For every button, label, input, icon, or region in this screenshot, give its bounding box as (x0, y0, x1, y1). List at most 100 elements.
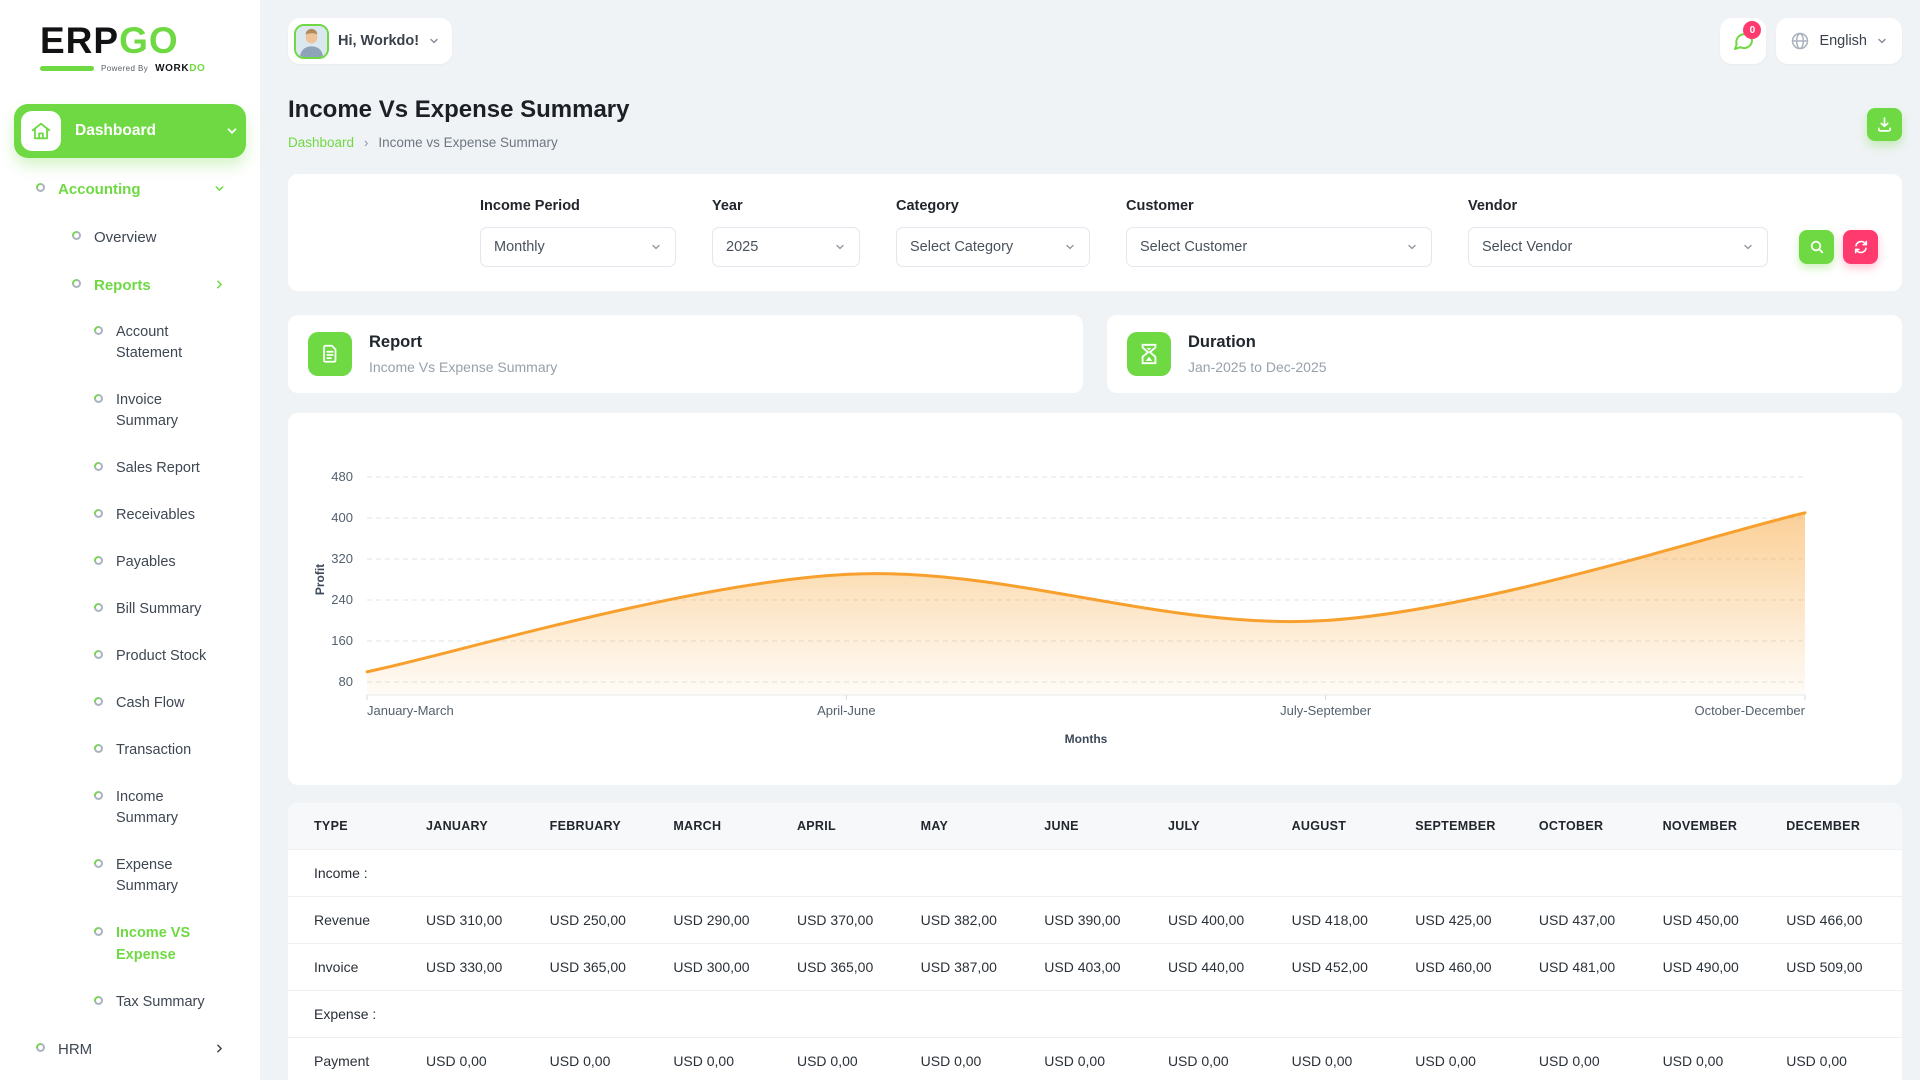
sidebar-item-bill-summary[interactable]: Bill Summary (0, 586, 260, 633)
sidebar-item-payables[interactable]: Payables (0, 539, 260, 586)
column-header: OCTOBER (1530, 803, 1655, 850)
export-download-button[interactable] (1867, 108, 1902, 141)
column-header: AUGUST (1283, 803, 1408, 850)
selected-value: Select Customer (1140, 239, 1248, 255)
sidebar-item-accounting[interactable]: Accounting (0, 166, 260, 214)
summary-cards: Report Income Vs Expense Summary Duratio… (288, 315, 1902, 393)
sidebar-item-product-stock[interactable]: Product Stock (0, 633, 260, 680)
filter-field-income-period: Income Period Monthly (480, 198, 676, 267)
sidebar-item-account-statement[interactable]: Account Statement (0, 309, 260, 377)
table-cell: USD 460,00 (1407, 943, 1531, 991)
sidebar-item-income-summary[interactable]: Income Summary (0, 774, 260, 842)
sidebar-item-expense-summary[interactable]: Expense Summary (0, 842, 260, 910)
table-row: Payment USD 0,00 USD 0,00 USD 0,00 USD 0,00 U… (288, 1037, 1902, 1080)
sidebar-item-label: Accounting (58, 181, 141, 198)
sidebar-item-invoice-summary[interactable]: Invoice Summary (0, 377, 260, 445)
bullet-icon (94, 603, 103, 613)
select-year[interactable]: 2025 (712, 227, 860, 267)
selected-value: 2025 (726, 239, 759, 255)
column-header: JANUARY (418, 803, 542, 850)
column-header: APRIL (788, 803, 913, 850)
report-card: Report Income Vs Expense Summary (288, 315, 1083, 393)
chevron-right-icon (217, 279, 222, 289)
table-cell: USD 437,00 (1530, 896, 1655, 944)
sidebar-item-income-vs-expense[interactable]: Income VS Expense (0, 910, 260, 978)
table-cell: USD 452,00 (1283, 943, 1408, 991)
select-customer[interactable]: Select Customer (1126, 227, 1432, 267)
search-icon (1810, 240, 1823, 254)
topbar-actions: 0 English (1720, 18, 1902, 64)
filter-label: Category (896, 198, 959, 214)
breadcrumb-dashboard-link[interactable]: Dashboard (288, 135, 354, 150)
download-icon (1877, 117, 1892, 132)
column-header: JULY (1159, 803, 1284, 850)
sidebar-item-label: Receivables (116, 507, 195, 524)
logo-tagline: Powered By WORKDO (40, 63, 260, 74)
svg-text:240: 240 (331, 592, 353, 607)
table-cell: USD 0,00 (1530, 1037, 1655, 1080)
apply-filters-button[interactable] (1799, 230, 1834, 264)
sidebar-item-label: HRM (58, 1040, 93, 1058)
page-header: Income Vs Expense Summary Dashboard › In… (260, 70, 1920, 150)
reset-filters-button[interactable] (1843, 230, 1878, 264)
breadcrumb-separator-icon: › (364, 135, 369, 150)
svg-text:480: 480 (331, 469, 353, 484)
svg-text:October-December: October-December (1694, 703, 1805, 718)
messages-button[interactable]: 0 (1720, 18, 1767, 64)
filter-label: Year (712, 198, 743, 214)
table-row: Invoice USD 330,00 USD 365,00 USD 300,00 USD… (288, 943, 1902, 991)
sidebar-item-crm[interactable]: CRM (0, 1073, 260, 1080)
user-menu-button[interactable]: Hi, Workdo! (288, 18, 453, 64)
filter-fields: Income Period Monthly Year 2025 Category… (480, 198, 1768, 267)
sidebar-item-hrm[interactable]: HRM (0, 1026, 260, 1074)
messages-count-badge: 0 (1743, 21, 1762, 39)
selected-value: Select Vendor (1482, 239, 1573, 255)
select-category[interactable]: Select Category (896, 227, 1090, 267)
chevron-down-icon (652, 244, 660, 250)
sidebar-item-transaction[interactable]: Transaction (0, 727, 260, 774)
bullet-icon (94, 556, 103, 566)
sidebar-item-cash-flow[interactable]: Cash Flow (0, 680, 260, 727)
profit-chart-card: 480 400 320 240 160 80 January-March Apr… (288, 413, 1902, 785)
sidebar-item-label: Tax Summary (116, 993, 205, 1010)
chevron-down-icon (836, 244, 844, 250)
svg-text:July-September: July-September (1280, 703, 1372, 718)
page-title: Income Vs Expense Summary (288, 96, 630, 123)
sidebar-item-tax-summary[interactable]: Tax Summary (0, 979, 260, 1026)
sidebar-item-label: Account Statement (116, 324, 183, 362)
sidebar-item-label: Income Summary (116, 789, 179, 827)
sidebar-item-overview[interactable]: Overview (0, 214, 260, 262)
select-income-period[interactable]: Monthly (480, 227, 676, 267)
table-cell: USD 330,00 (418, 943, 542, 991)
sidebar-item-dashboard[interactable]: Dashboard (14, 104, 246, 158)
user-avatar (294, 23, 329, 59)
app-root: ERPGO Powered By WORKDO Dashboard Accoun… (0, 0, 1920, 1080)
column-header: MARCH (665, 803, 789, 850)
sidebar-item-reports[interactable]: Reports (0, 262, 260, 310)
chevron-down-icon (215, 186, 224, 191)
filter-panel: Income Period Monthly Year 2025 Category… (288, 174, 1902, 291)
logo-erp-text: ERP (40, 20, 120, 61)
table-row: Revenue USD 310,00 USD 250,00 USD 290,00 USD… (288, 896, 1902, 944)
svg-text:400: 400 (331, 510, 353, 525)
profit-area-chart: 480 400 320 240 160 80 January-March Apr… (308, 437, 1882, 756)
duration-card-title: Duration (1188, 333, 1256, 351)
chevron-right-icon (217, 1044, 222, 1053)
bullet-icon (94, 509, 103, 519)
table-cell: USD 0,00 (788, 1037, 913, 1080)
row-type: Revenue (288, 896, 418, 944)
logo-go-text: GO (119, 20, 179, 61)
bullet-icon (36, 1042, 45, 1052)
filter-label: Income Period (480, 198, 580, 214)
income-expense-table: TYPE JANUARY FEBRUARY MARCH APRIL MAY JUNE JULY… (288, 803, 1902, 1080)
select-vendor[interactable]: Select Vendor (1468, 227, 1768, 267)
bullet-icon (94, 650, 103, 660)
table-cell: USD 0,00 (418, 1037, 542, 1080)
app-logo[interactable]: ERPGO Powered By WORKDO (0, 16, 260, 74)
sidebar-item-receivables[interactable]: Receivables (0, 492, 260, 539)
home-icon (21, 111, 61, 151)
svg-text:Months: Months (1065, 732, 1108, 746)
sidebar-item-sales-report[interactable]: Sales Report (0, 445, 260, 492)
language-selector[interactable]: English (1776, 18, 1902, 64)
workdo-work-text: WORK (155, 63, 190, 74)
